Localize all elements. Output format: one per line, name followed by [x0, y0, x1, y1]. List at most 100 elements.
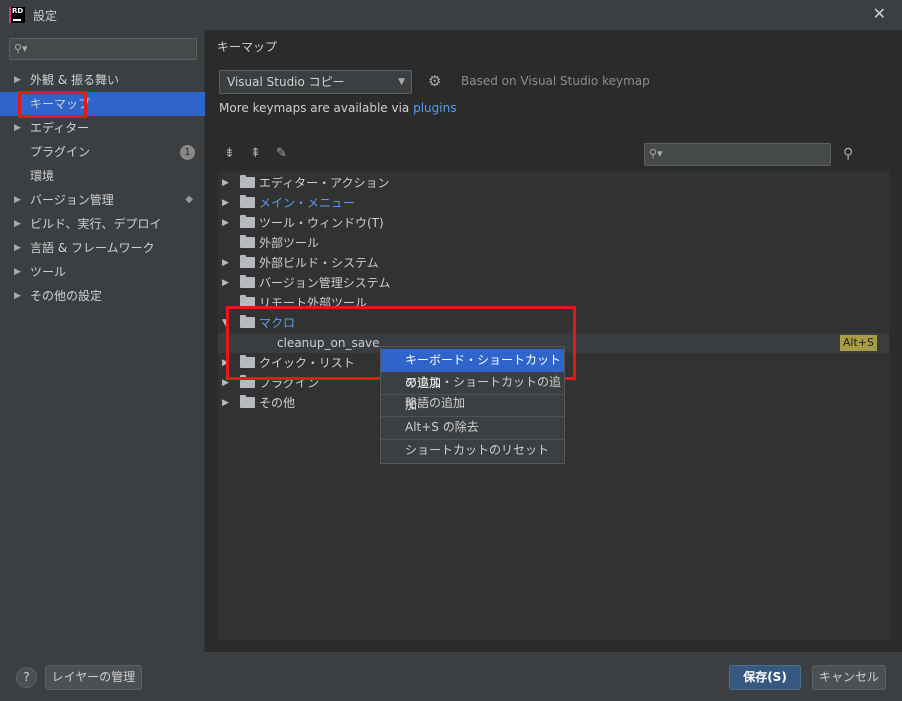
tree-row-label: リモート外部ツール: [259, 296, 368, 310]
tree-row[interactable]: ▶ エディター・アクション: [218, 173, 889, 193]
tree-row-label: 外部ツール: [259, 236, 320, 250]
sidebar-item-appearance[interactable]: ▶ 外観 & 振る舞い: [0, 68, 205, 92]
tree-row[interactable]: 外部ツール: [218, 233, 889, 253]
sidebar-search-input[interactable]: ⚲▾: [9, 38, 197, 60]
close-icon[interactable]: ✕: [873, 4, 886, 23]
sidebar-item-label: ビルド、実行、デプロイ: [30, 217, 162, 231]
context-menu: キーボード・ショートカットの追加 マウス・ショートカットの追加 略語の追加 Al…: [380, 346, 565, 464]
cancel-button[interactable]: キャンセル: [812, 665, 886, 690]
sidebar-item-label: 外観 & 振る舞い: [30, 73, 119, 87]
tree-row-label: バージョン管理システム: [259, 276, 391, 290]
sidebar-item-environment[interactable]: 環境: [0, 164, 205, 188]
gear-icon[interactable]: ⚙: [428, 72, 441, 90]
folder-icon: [240, 275, 255, 288]
help-button[interactable]: ?: [16, 667, 37, 688]
expand-all-icon[interactable]: ⇟: [224, 146, 235, 161]
sidebar-item-other-settings[interactable]: ▶ その他の設定: [0, 284, 205, 308]
expand-caret-icon: ▶: [14, 195, 21, 205]
dialog-footer: ? レイヤーの管理 保存(S) キャンセル: [0, 652, 902, 701]
action-search-input[interactable]: ⚲▾: [644, 143, 831, 166]
folder-icon: [240, 255, 255, 268]
sidebar-item-label: バージョン管理: [30, 193, 114, 207]
tree-row[interactable]: リモート外部ツール: [218, 293, 889, 313]
tree-row-label: 外部ビルド・システム: [259, 256, 379, 270]
expand-caret-icon: ▶: [14, 123, 21, 133]
menu-item-add-mouse-shortcut[interactable]: マウス・ショートカットの追加: [381, 371, 564, 412]
find-by-shortcut-icon[interactable]: ⚲: [843, 146, 853, 162]
tree-row-label: マクロ: [259, 316, 296, 330]
search-icon: ⚲▾: [14, 42, 28, 55]
tree-row[interactable]: ▶ ツール・ウィンドウ(T): [218, 213, 889, 233]
tree-row[interactable]: ▶ バージョン管理システム: [218, 273, 889, 293]
expand-caret-icon: ▶: [14, 267, 21, 277]
based-on-text: Based on Visual Studio keymap: [461, 74, 650, 88]
folder-icon: [240, 395, 255, 408]
tree-row-label: その他: [259, 396, 296, 410]
tree-row-label: メイン・メニュー: [259, 196, 356, 210]
expand-caret-icon[interactable]: ▶: [222, 173, 229, 193]
sidebar-item-label: エディター: [30, 121, 90, 135]
sidebar-item-version-control[interactable]: ▶ バージョン管理 ◆: [0, 188, 205, 212]
sidebar-item-build[interactable]: ▶ ビルド、実行、デプロイ: [0, 212, 205, 236]
sidebar-item-languages[interactable]: ▶ 言語 & フレームワーク: [0, 236, 205, 260]
tree-row-label: クイック・リスト: [259, 356, 355, 370]
folder-icon: [240, 195, 255, 208]
search-icon: ⚲▾: [649, 147, 663, 160]
expand-caret-icon: ▶: [14, 243, 21, 253]
sidebar-item-label: その他の設定: [30, 289, 103, 303]
expand-caret-icon[interactable]: ▶: [222, 393, 229, 413]
expand-caret-icon[interactable]: ▶: [222, 213, 229, 233]
sidebar-item-label: 環境: [30, 169, 55, 183]
tree-row[interactable]: ▶ メイン・メニュー: [218, 193, 889, 213]
manage-layers-button[interactable]: レイヤーの管理: [45, 665, 142, 690]
collapse-caret-icon[interactable]: ▼: [222, 313, 229, 333]
rider-logo: RD: [9, 7, 25, 23]
sidebar-item-label: プラグイン: [30, 145, 91, 159]
folder-icon: [240, 175, 255, 188]
title-bar: RD 設定 ✕: [0, 0, 902, 30]
menu-item-remove-shortcut[interactable]: Alt+S の除去: [381, 416, 564, 439]
folder-icon: [240, 375, 255, 388]
expand-caret-icon[interactable]: ▶: [222, 273, 229, 293]
sidebar-item-tools[interactable]: ▶ ツール: [0, 260, 205, 284]
expand-caret-icon[interactable]: ▶: [222, 373, 229, 393]
more-keymaps-text: More keymaps are available via plugins: [219, 101, 457, 115]
chevron-down-icon: ▼: [398, 77, 405, 87]
expand-caret-icon[interactable]: ▶: [222, 353, 229, 373]
folder-icon: [240, 215, 255, 228]
tree-row-label: エディター・アクション: [259, 176, 390, 190]
window-title: 設定: [33, 9, 58, 23]
sidebar-item-plugins[interactable]: プラグイン 1: [0, 140, 205, 164]
folder-icon: [240, 295, 255, 308]
collapse-all-icon[interactable]: ⇞: [250, 146, 261, 161]
expand-caret-icon: ▶: [14, 291, 21, 301]
menu-item-add-keyboard-shortcut[interactable]: キーボード・ショートカットの追加: [381, 349, 564, 390]
folder-icon: [240, 235, 255, 248]
shortcut-badge: Alt+S: [839, 335, 877, 351]
keymap-select-value: Visual Studio コピー: [227, 75, 345, 89]
menu-item-add-abbreviation[interactable]: 略語の追加: [381, 392, 564, 415]
sidebar-item-editor[interactable]: ▶ エディター: [0, 116, 205, 140]
keymap-select[interactable]: Visual Studio コピー ▼: [219, 70, 412, 94]
menu-item-reset-shortcuts[interactable]: ショートカットのリセット: [381, 439, 564, 462]
sidebar-item-keymap[interactable]: キーマップ: [0, 92, 205, 116]
folder-icon: [240, 315, 255, 328]
expand-caret-icon[interactable]: ▶: [222, 193, 229, 213]
expand-caret-icon: ▶: [14, 75, 21, 85]
settings-sidebar: ⚲▾ ▶ 外観 & 振る舞い キーマップ ▶ エディター プラグイン 1 環境 …: [0, 30, 205, 652]
project-level-icon: ◆: [185, 194, 193, 205]
edit-pencil-icon[interactable]: ✎: [276, 146, 287, 161]
sidebar-item-label: 言語 & フレームワーク: [30, 241, 155, 255]
tree-row[interactable]: ▼ マクロ: [218, 313, 889, 333]
tree-row-label: プラグイン: [259, 376, 320, 390]
sidebar-item-label: ツール: [30, 265, 67, 279]
plugins-link[interactable]: plugins: [413, 101, 456, 115]
sidebar-item-label: キーマップ: [30, 97, 91, 111]
update-count-badge: 1: [180, 145, 195, 160]
folder-icon: [240, 355, 255, 368]
expand-caret-icon: ▶: [14, 219, 21, 229]
expand-caret-icon[interactable]: ▶: [222, 253, 229, 273]
tree-row-label: ツール・ウィンドウ(T): [259, 216, 384, 230]
save-button[interactable]: 保存(S): [729, 665, 801, 690]
tree-row[interactable]: ▶ 外部ビルド・システム: [218, 253, 889, 273]
